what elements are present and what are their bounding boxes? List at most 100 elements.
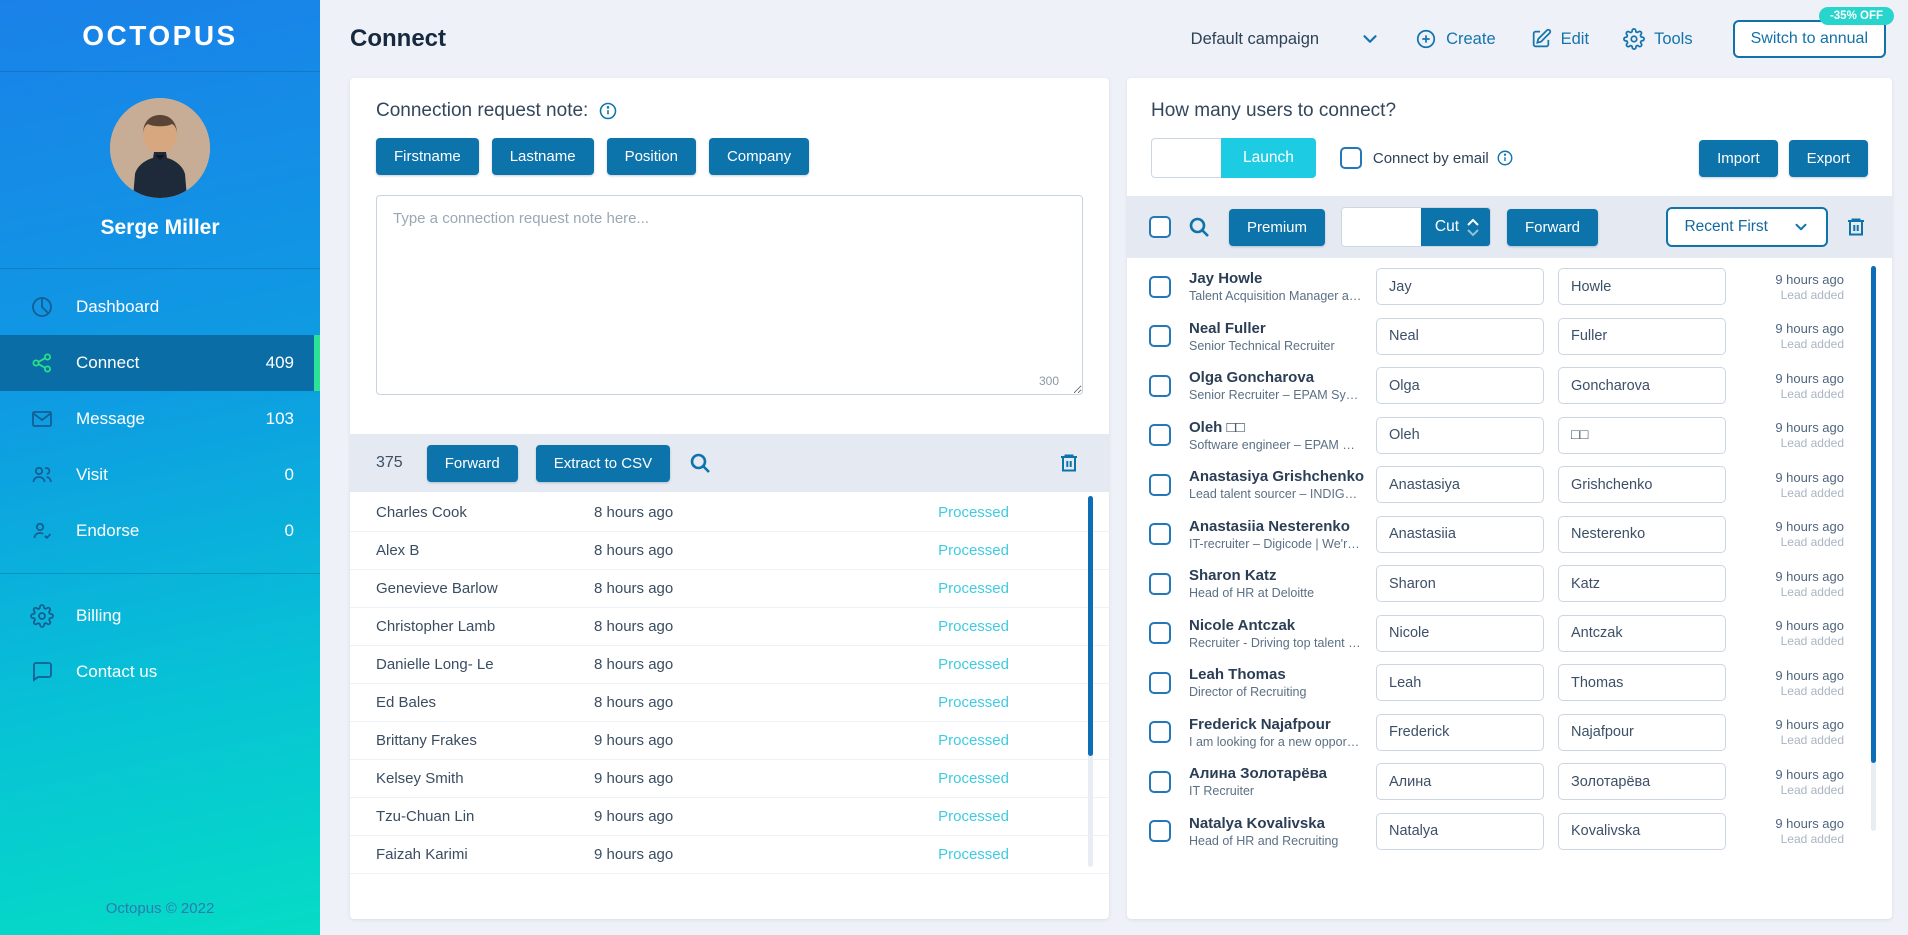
first-name-input[interactable]	[1376, 416, 1544, 454]
user-checkbox[interactable]	[1149, 820, 1171, 843]
cut-stepper[interactable]	[1466, 218, 1480, 237]
first-name-input[interactable]	[1376, 713, 1544, 751]
first-name-input[interactable]	[1376, 515, 1544, 553]
processed-row[interactable]: Alex B 8 hours ago Processed	[350, 532, 1109, 570]
cut-amount-input[interactable]	[1342, 208, 1421, 246]
sidebar-item-dashboard[interactable]: Dashboard	[0, 279, 320, 335]
processed-row[interactable]: Kelsey Smith 9 hours ago Processed	[350, 760, 1109, 798]
last-name-input[interactable]	[1558, 812, 1726, 850]
premium-button[interactable]: Premium	[1229, 208, 1326, 246]
note-textarea[interactable]	[376, 195, 1083, 395]
first-name-input[interactable]	[1376, 812, 1544, 850]
first-name-input[interactable]	[1376, 317, 1544, 355]
user-name[interactable]: Anastasiya Grishchenko	[1189, 468, 1364, 485]
processed-row[interactable]: Faizah Karimi 9 hours ago Processed	[350, 836, 1109, 874]
secondary-nav: Billing Contact us	[0, 573, 320, 700]
user-name[interactable]: Frederick Najafpour	[1189, 716, 1331, 733]
last-name-input[interactable]	[1558, 268, 1726, 306]
create-button[interactable]: Create	[1415, 28, 1496, 50]
search-icon[interactable]	[688, 450, 714, 476]
user-checkbox[interactable]	[1149, 424, 1171, 447]
cut-button[interactable]: Cut	[1420, 208, 1491, 246]
export-button[interactable]: Export	[1788, 139, 1868, 177]
user-name[interactable]: Olga Goncharova	[1189, 369, 1314, 386]
user-checkbox[interactable]	[1149, 523, 1171, 546]
trash-icon[interactable]	[1057, 450, 1083, 476]
token-lastname-button[interactable]: Lastname	[491, 138, 594, 175]
forward-button[interactable]: Forward	[426, 444, 518, 482]
scrollbar-thumb[interactable]	[1871, 266, 1876, 764]
first-name-input[interactable]	[1376, 565, 1544, 603]
user-name[interactable]: Natalya Kovalivska	[1189, 815, 1325, 832]
last-name-input[interactable]	[1558, 713, 1726, 751]
tools-button[interactable]: Tools	[1623, 28, 1693, 50]
trash-icon[interactable]	[1844, 214, 1870, 240]
scrollbar[interactable]	[1088, 496, 1093, 867]
processed-row[interactable]: Christopher Lamb 8 hours ago Processed	[350, 608, 1109, 646]
last-name-input[interactable]	[1558, 515, 1726, 553]
sidebar-item-billing[interactable]: Billing	[0, 588, 320, 644]
user-checkbox[interactable]	[1149, 473, 1171, 496]
processed-row[interactable]: Danielle Long- Le 8 hours ago Processed	[350, 646, 1109, 684]
info-icon[interactable]	[598, 101, 618, 121]
user-checkbox[interactable]	[1149, 325, 1171, 348]
processed-row[interactable]: Tzu-Chuan Lin 9 hours ago Processed	[350, 798, 1109, 836]
connect-by-email-checkbox[interactable]	[1339, 147, 1362, 169]
first-name-input[interactable]	[1376, 367, 1544, 405]
last-name-input[interactable]	[1558, 763, 1726, 801]
processed-row[interactable]: Charles Cook 8 hours ago Processed	[350, 494, 1109, 532]
user-checkbox[interactable]	[1149, 671, 1171, 694]
first-name-input[interactable]	[1376, 664, 1544, 702]
token-company-button[interactable]: Company	[708, 138, 810, 175]
user-checkbox[interactable]	[1149, 622, 1171, 645]
campaign-select[interactable]: Default campaign	[1191, 28, 1381, 50]
user-name[interactable]: Neal Fuller	[1189, 320, 1266, 337]
user-name[interactable]: Sharon Katz	[1189, 567, 1277, 584]
user-name[interactable]: Nicole Antczak	[1189, 617, 1295, 634]
last-name-input[interactable]	[1558, 565, 1726, 603]
token-position-button[interactable]: Position	[606, 138, 696, 175]
processed-row[interactable]: Ed Bales 8 hours ago Processed	[350, 684, 1109, 722]
user-name[interactable]: Алина Золотарёва	[1189, 765, 1327, 782]
first-name-input[interactable]	[1376, 763, 1544, 801]
last-name-input[interactable]	[1558, 367, 1726, 405]
user-checkbox[interactable]	[1149, 721, 1171, 744]
last-name-input[interactable]	[1558, 466, 1726, 504]
import-button[interactable]: Import	[1699, 139, 1778, 177]
user-name[interactable]: Anastasiia Nesterenko	[1189, 518, 1350, 535]
user-checkbox[interactable]	[1149, 374, 1171, 397]
last-name-input[interactable]	[1558, 416, 1726, 454]
edit-button[interactable]: Edit	[1530, 28, 1589, 50]
sidebar-item-message[interactable]: Message 103	[0, 391, 320, 447]
token-firstname-button[interactable]: Firstname	[376, 138, 479, 175]
first-name-input[interactable]	[1376, 268, 1544, 306]
first-name-input[interactable]	[1376, 466, 1544, 504]
user-name[interactable]: Oleh □□	[1189, 419, 1245, 436]
search-icon[interactable]	[1187, 214, 1213, 240]
processed-row[interactable]: Genevieve Barlow 8 hours ago Processed	[350, 570, 1109, 608]
first-name-input[interactable]	[1376, 614, 1544, 652]
scrollbar[interactable]	[1871, 266, 1876, 831]
last-name-input[interactable]	[1558, 614, 1726, 652]
users-count-input[interactable]	[1151, 138, 1221, 178]
user-name[interactable]: Leah Thomas	[1189, 666, 1286, 683]
user-checkbox[interactable]	[1149, 572, 1171, 595]
scrollbar-thumb[interactable]	[1088, 496, 1093, 756]
sidebar-item-contact-us[interactable]: Contact us	[0, 644, 320, 700]
extract-to-csv-button[interactable]: Extract to CSV	[535, 444, 671, 482]
forward-button[interactable]: Forward	[1507, 208, 1599, 246]
sort-dropdown[interactable]: Recent First	[1666, 207, 1828, 247]
select-all-checkbox[interactable]	[1149, 216, 1171, 238]
sidebar-item-endorse[interactable]: Endorse 0	[0, 503, 320, 559]
last-name-input[interactable]	[1558, 664, 1726, 702]
processed-row[interactable]: Brittany Frakes 9 hours ago Processed	[350, 722, 1109, 760]
info-icon[interactable]	[1496, 149, 1514, 167]
user-checkbox[interactable]	[1149, 275, 1171, 298]
sidebar-item-connect[interactable]: Connect 409	[0, 335, 320, 391]
user-name[interactable]: Jay Howle	[1189, 270, 1262, 287]
launch-button[interactable]: Launch	[1221, 138, 1316, 178]
last-name-input[interactable]	[1558, 317, 1726, 355]
user-checkbox[interactable]	[1149, 770, 1171, 793]
sidebar-item-visit[interactable]: Visit 0	[0, 447, 320, 503]
switch-to-annual-button[interactable]: Switch to annual	[1732, 20, 1886, 58]
